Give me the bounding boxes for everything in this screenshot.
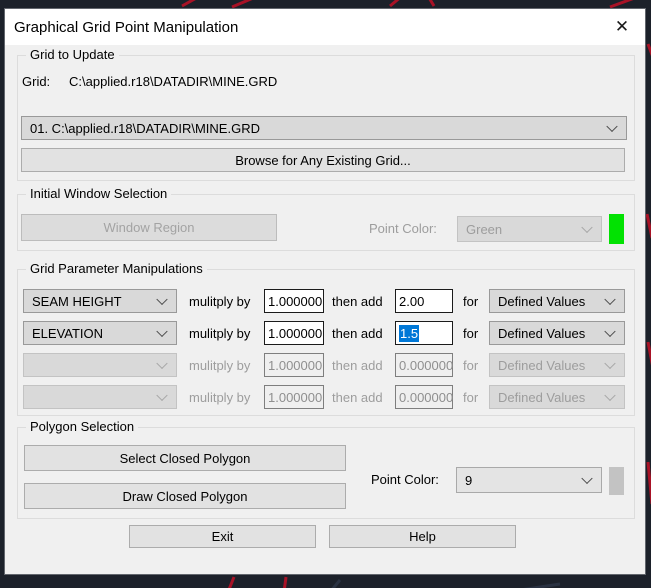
add-value: 0.000000 [399,357,454,373]
then-add-label: then add [332,294,383,309]
multiply-value: 1.000000 [268,389,323,405]
parameter-dropdown-3 [23,353,177,377]
chevron-down-icon [156,293,168,306]
multiply-by-label: mulitply by [189,390,251,405]
for-label: for [463,390,479,405]
chevron-down-icon [581,472,593,485]
for-label: for [463,294,479,309]
add-value-selected-text: 1.5 [399,324,420,342]
for-label: for [463,326,479,341]
add-input-2[interactable]: 1.5 [395,321,453,345]
multiply-input-1[interactable]: 1.000000 [264,289,324,313]
chevron-down-icon [581,221,593,234]
help-button[interactable]: Help [329,525,516,548]
polygon-point-color-label: Point Color: [371,472,439,487]
group-label: Grid Parameter Manipulations [26,261,207,276]
grid-select-value: 01. C:\applied.r18\DATADIR\MINE.GRD [30,120,260,136]
select-closed-polygon-label: Select Closed Polygon [119,450,251,466]
chevron-down-icon [156,389,168,402]
multiply-by-label: mulitply by [189,358,251,373]
polygon-point-color-swatch [609,467,624,495]
point-color-value: Green [466,221,503,237]
parameter-dropdown-2[interactable]: ELEVATION [23,321,177,345]
grid-select-dropdown[interactable]: 01. C:\applied.r18\DATADIR\MINE.GRD [21,116,627,140]
then-add-label: then add [332,390,383,405]
dialog-graphical-grid-point-manipulation: Graphical Grid Point Manipulation ✕ Grid… [4,8,646,575]
chevron-down-icon [604,325,616,338]
chevron-down-icon [604,389,616,402]
browse-grid-button-label: Browse for Any Existing Grid... [235,152,411,168]
close-icon[interactable]: ✕ [603,9,641,45]
window-title: Graphical Grid Point Manipulation [14,18,239,36]
help-button-label: Help [409,529,436,544]
apply-to-dropdown-3: Defined Values [489,353,625,377]
multiply-input-3: 1.000000 [264,353,324,377]
apply-to-value: Defined Values [498,325,586,341]
draw-closed-polygon-button[interactable]: Draw Closed Polygon [24,483,346,509]
add-input-3: 0.000000 [395,353,453,377]
apply-to-value: Defined Values [498,389,586,405]
exit-button[interactable]: Exit [129,525,316,548]
multiply-input-2[interactable]: 1.000000 [264,321,324,345]
grid-label: Grid: [22,74,51,89]
parameter-dropdown-1[interactable]: SEAM HEIGHT [23,289,177,313]
window-region-button-label: Window Region [103,220,195,235]
parameter-value: SEAM HEIGHT [32,293,122,309]
apply-to-value: Defined Values [498,357,586,373]
apply-to-dropdown-2[interactable]: Defined Values [489,321,625,345]
multiply-by-label: mulitply by [189,294,251,309]
group-label: Initial Window Selection [26,186,172,201]
add-value: 0.000000 [399,389,454,405]
then-add-label: then add [332,358,383,373]
apply-to-value: Defined Values [498,293,586,309]
titlebar[interactable]: Graphical Grid Point Manipulation ✕ [5,9,645,45]
chevron-down-icon [156,357,168,370]
point-color-swatch [609,214,624,244]
multiply-by-label: mulitply by [189,326,251,341]
multiply-value: 1.000000 [268,325,323,341]
chevron-down-icon [604,357,616,370]
polygon-point-color-dropdown[interactable]: 9 [456,467,602,493]
apply-to-dropdown-1[interactable]: Defined Values [489,289,625,313]
draw-closed-polygon-label: Draw Closed Polygon [122,488,248,504]
add-input-1[interactable]: 2.00 [395,289,453,313]
multiply-value: 1.000000 [268,357,323,373]
group-label: Polygon Selection [26,419,139,434]
group-label: Grid to Update [26,47,119,62]
multiply-input-4: 1.000000 [264,385,324,409]
exit-button-label: Exit [211,529,234,544]
add-value: 2.00 [399,293,425,309]
select-closed-polygon-button[interactable]: Select Closed Polygon [24,445,346,471]
add-input-4: 0.000000 [395,385,453,409]
grid-path-value: C:\applied.r18\DATADIR\MINE.GRD [69,74,278,89]
chevron-down-icon [156,325,168,338]
browse-grid-button[interactable]: Browse for Any Existing Grid... [21,148,625,172]
apply-to-dropdown-4: Defined Values [489,385,625,409]
then-add-label: then add [332,326,383,341]
polygon-point-color-value: 9 [465,472,473,488]
multiply-value: 1.000000 [268,293,323,309]
parameter-value: ELEVATION [32,325,104,341]
for-label: for [463,358,479,373]
parameter-dropdown-4 [23,385,177,409]
chevron-down-icon [606,120,618,133]
chevron-down-icon [604,293,616,306]
point-color-label: Point Color: [369,221,437,236]
point-color-dropdown: Green [457,216,602,242]
window-region-button: Window Region [21,214,277,241]
